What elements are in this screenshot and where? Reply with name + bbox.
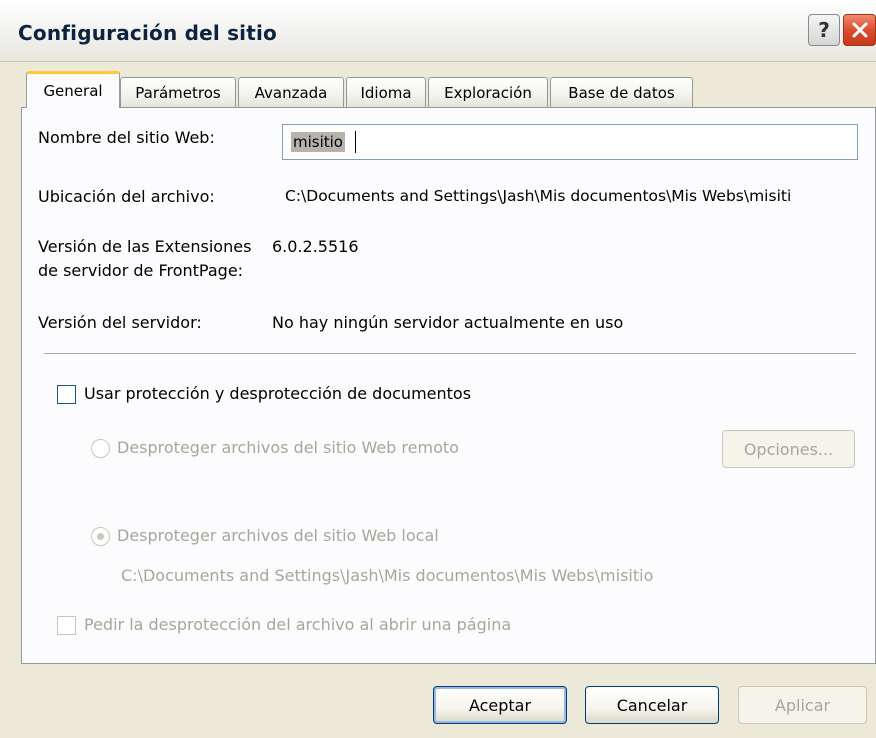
ok-button[interactable]: Aceptar — [433, 686, 567, 724]
tab-label: General — [43, 82, 103, 100]
prompt-on-open-label: Pedir la desprotección del archivo al ab… — [84, 615, 512, 634]
cancel-button-label: Cancelar — [616, 695, 688, 715]
extensions-version-label-line2: de servidor de FrontPage: — [38, 261, 244, 280]
separator — [44, 353, 856, 355]
options-button-label: Opciones... — [743, 439, 834, 459]
server-version-value: No hay ningún servidor actualmente en us… — [272, 313, 624, 332]
help-icon: ? — [818, 18, 830, 42]
tab-label: Avanzada — [254, 84, 328, 102]
prompt-on-open-checkbox[interactable] — [57, 616, 76, 635]
tab-label: Base de datos — [568, 84, 675, 102]
tab-parametros[interactable]: Parámetros — [120, 77, 236, 107]
window-title: Configuración del sitio — [18, 21, 277, 45]
close-button[interactable] — [843, 14, 876, 46]
site-name-input[interactable]: misitio — [282, 124, 858, 160]
cancel-button[interactable]: Cancelar — [585, 686, 719, 724]
tab-general[interactable]: General — [26, 71, 120, 108]
radio-dot — [97, 533, 104, 540]
text-caret — [355, 131, 356, 153]
local-checkout-path: C:\Documents and Settings\Jash\Mis docum… — [121, 566, 654, 585]
options-button[interactable]: Opciones... — [722, 430, 855, 468]
tab-base-de-datos[interactable]: Base de datos — [550, 77, 693, 107]
extensions-version-value: 6.0.2.5516 — [272, 237, 359, 256]
title-bar[interactable]: Configuración del sitio ? — [0, 0, 876, 62]
tab-idioma[interactable]: Idioma — [346, 77, 426, 107]
server-version-label: Versión del servidor: — [38, 313, 202, 332]
file-location-value: C:\Documents and Settings\Jash\Mis docum… — [285, 187, 792, 205]
local-checkout-label: Desproteger archivos del sitio Web local — [117, 526, 439, 545]
use-checkout-checkbox[interactable] — [57, 385, 76, 404]
close-icon — [852, 22, 867, 38]
tab-label: Exploración — [444, 84, 532, 102]
extensions-version-label-line1: Versión de las Extensiones — [38, 237, 252, 256]
local-checkout-radio[interactable] — [91, 527, 110, 546]
site-name-label: Nombre del sitio Web: — [38, 128, 215, 147]
remote-checkout-radio[interactable] — [91, 439, 110, 458]
remote-checkout-label: Desproteger archivos del sitio Web remot… — [117, 438, 459, 457]
use-checkout-label: Usar protección y desprotección de docum… — [84, 384, 472, 403]
help-button[interactable]: ? — [808, 14, 840, 46]
site-name-value: misitio — [291, 132, 345, 152]
apply-button[interactable]: Aplicar — [738, 686, 867, 724]
tab-avanzada[interactable]: Avanzada — [238, 77, 344, 107]
file-location-label: Ubicación del archivo: — [38, 187, 215, 206]
apply-button-label: Aplicar — [774, 695, 831, 715]
ok-button-label: Aceptar — [468, 695, 532, 715]
tab-label: Idioma — [360, 84, 412, 102]
tab-exploracion[interactable]: Exploración — [428, 77, 548, 107]
tab-label: Parámetros — [135, 84, 221, 102]
